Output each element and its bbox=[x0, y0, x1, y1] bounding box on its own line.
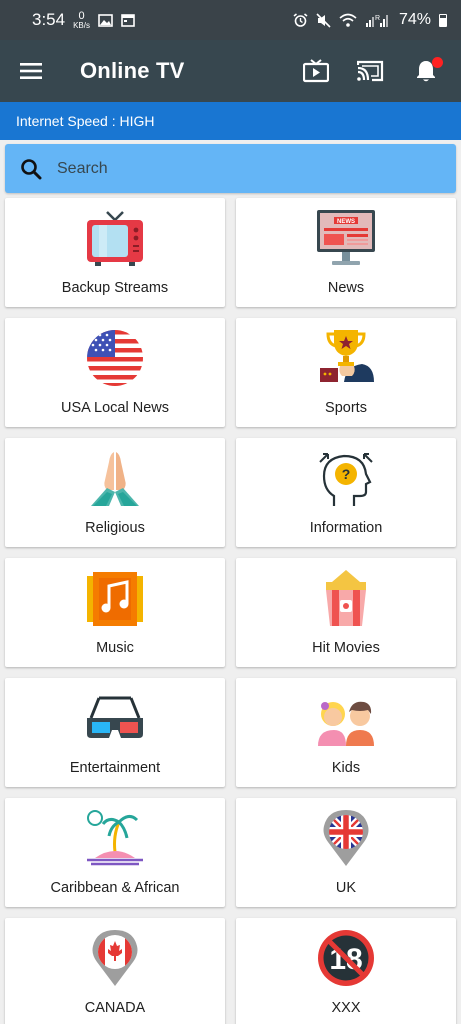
search-icon[interactable] bbox=[7, 158, 55, 180]
category-card-usa-local-news[interactable]: USA Local News bbox=[5, 318, 225, 427]
kids-icon bbox=[316, 688, 376, 748]
music-note-icon bbox=[85, 568, 145, 628]
battery-icon bbox=[439, 13, 447, 27]
category-label: Religious bbox=[85, 520, 145, 536]
category-card-uk[interactable]: UK bbox=[236, 798, 456, 907]
category-label: Information bbox=[309, 520, 383, 536]
category-card-news[interactable]: NEWS News bbox=[236, 198, 456, 307]
wifi-icon bbox=[339, 13, 357, 27]
cast-button[interactable] bbox=[343, 40, 398, 102]
network-speed-value: 0 bbox=[78, 9, 85, 22]
mute-icon bbox=[316, 12, 331, 28]
category-label: UK bbox=[335, 880, 357, 896]
svg-text:R: R bbox=[375, 15, 380, 22]
app-title: Online TV bbox=[80, 58, 185, 83]
category-label: Backup Streams bbox=[61, 280, 169, 296]
hamburger-menu-icon bbox=[20, 63, 42, 79]
status-bar: 3:54 0 KB/s R 74% bbox=[0, 0, 461, 40]
menu-button[interactable] bbox=[0, 40, 62, 102]
news-monitor-icon: NEWS bbox=[316, 208, 376, 268]
category-label: News bbox=[327, 280, 365, 296]
trophy-icon bbox=[316, 328, 376, 388]
status-time: 3:54 bbox=[32, 10, 66, 29]
battery-percent: 74% bbox=[398, 11, 431, 28]
category-label: Hit Movies bbox=[312, 640, 380, 656]
category-card-caribbean-african[interactable]: Caribbean & African bbox=[5, 798, 225, 907]
category-card-information[interactable]: ? Information bbox=[236, 438, 456, 547]
category-label: CANADA bbox=[84, 1000, 146, 1016]
head-question-icon: ? bbox=[316, 448, 376, 508]
canada-pin-icon bbox=[85, 928, 145, 988]
signal-icon: R bbox=[365, 14, 388, 27]
category-label: Caribbean & African bbox=[50, 880, 180, 896]
category-label: USA Local News bbox=[61, 400, 169, 416]
adults-only-18-icon: 18 bbox=[316, 928, 376, 988]
internet-speed-text: Internet Speed : HIGH bbox=[16, 113, 155, 129]
category-card-canada[interactable]: CANADA bbox=[5, 918, 225, 1024]
category-card-backup-streams[interactable]: Backup Streams bbox=[5, 198, 225, 307]
notification-badge bbox=[432, 57, 443, 68]
category-card-xxx[interactable]: 18 XXX bbox=[236, 918, 456, 1024]
popcorn-icon bbox=[316, 568, 376, 628]
category-label: Sports bbox=[325, 400, 367, 416]
category-card-religious[interactable]: Religious bbox=[5, 438, 225, 547]
category-card-entertainment[interactable]: Entertainment bbox=[5, 678, 225, 787]
app-bar: Online TV bbox=[0, 40, 461, 102]
notifications-button[interactable] bbox=[398, 40, 453, 102]
svg-text:NEWS: NEWS bbox=[337, 219, 355, 225]
network-speed-indicator: 0 KB/s bbox=[73, 9, 90, 30]
category-card-hit-movies[interactable]: Hit Movies bbox=[236, 558, 456, 667]
search-bar[interactable] bbox=[5, 144, 456, 193]
calendar-icon bbox=[121, 13, 135, 27]
category-card-sports[interactable]: Sports bbox=[236, 318, 456, 427]
category-label: Music bbox=[96, 640, 134, 656]
usa-flag-icon bbox=[85, 328, 145, 388]
internet-speed-banner: Internet Speed : HIGH bbox=[0, 102, 461, 140]
category-card-kids[interactable]: Kids bbox=[236, 678, 456, 787]
category-label: XXX bbox=[331, 1000, 361, 1016]
category-label: Kids bbox=[331, 760, 361, 776]
alarm-icon bbox=[293, 12, 308, 27]
search-input[interactable] bbox=[55, 159, 456, 178]
palm-island-icon bbox=[85, 808, 145, 868]
praying-hands-icon bbox=[85, 448, 145, 508]
category-card-music[interactable]: Music bbox=[5, 558, 225, 667]
category-label: Entertainment bbox=[69, 760, 161, 776]
live-tv-button[interactable] bbox=[288, 40, 343, 102]
tv-play-icon bbox=[302, 59, 329, 83]
svg-text:?: ? bbox=[342, 466, 351, 482]
uk-pin-icon bbox=[316, 808, 376, 868]
gallery-icon bbox=[98, 13, 113, 27]
category-grid: Backup Streams NEWS News USA Local News … bbox=[5, 198, 456, 1024]
cast-icon bbox=[357, 60, 384, 82]
3d-glasses-icon bbox=[85, 688, 145, 748]
network-speed-unit: KB/s bbox=[73, 20, 90, 30]
retro-tv-icon bbox=[85, 208, 145, 268]
